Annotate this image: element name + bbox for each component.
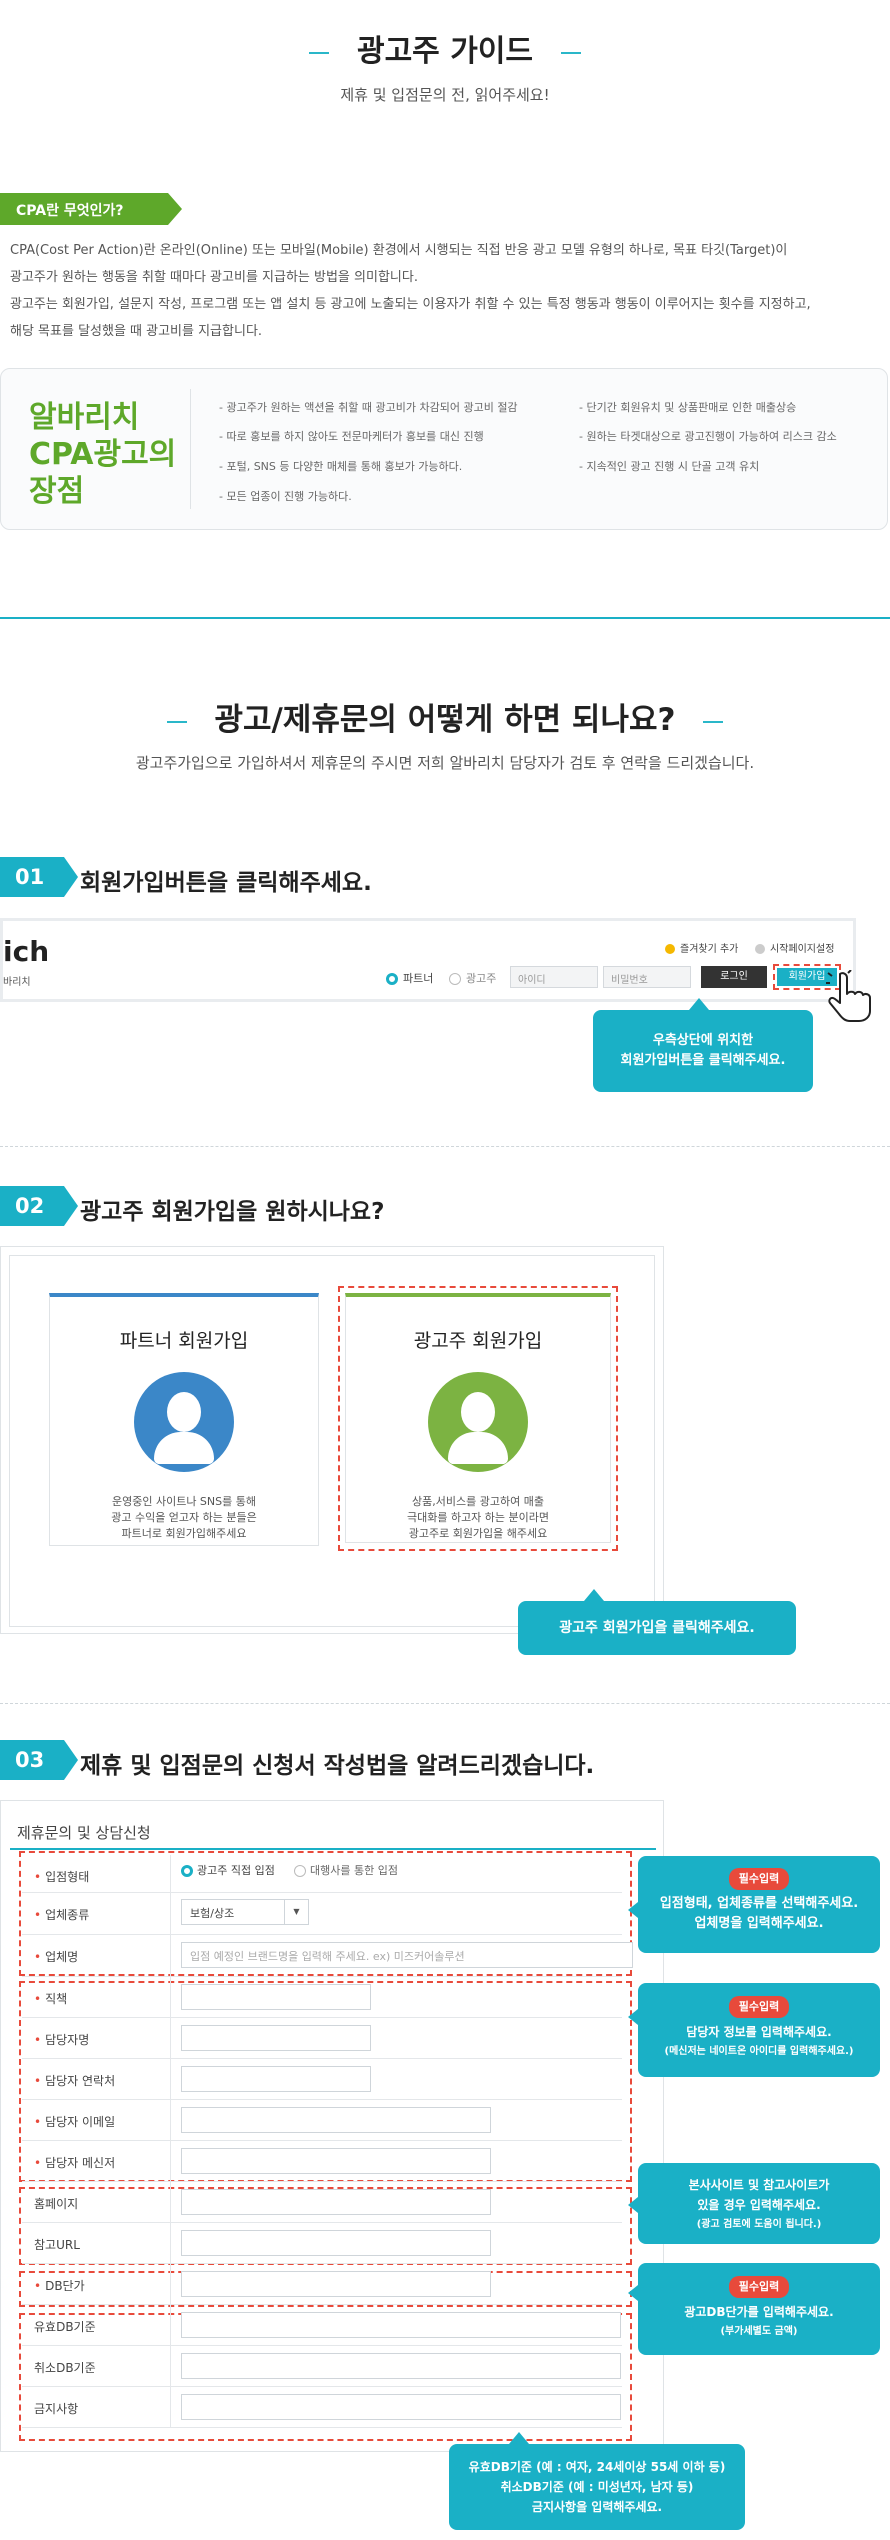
page: 광고주 가이드 제휴 및 입점문의 전, 읽어주세요! CPA란 무엇인가? C…	[0, 0, 890, 2540]
form-label: • 담당자 연락처	[34, 2074, 116, 2088]
form-callout-3: 본사사이트 및 참고사이트가 있을 경우 입력해주세요. (광고 검토에 도움이 됩…	[628, 2163, 880, 2244]
advantage-item: - 광고주가 원하는 액션을 취할 때 광고비가 차감되어 광고비 절감	[219, 401, 518, 414]
step2-callout: 광고주 회원가입을 클릭해주세요.	[518, 1589, 796, 1655]
form-row: • 업체명 입점 예정인 브랜드명을 입력해 주세요. ex) 미즈커어솔루션	[22, 1935, 633, 1977]
advantage-item: - 지속적인 광고 진행 시 단골 고객 유치	[579, 460, 760, 473]
form-label: 금지사항	[34, 2402, 79, 2416]
form-row: • 입점형태	[22, 1855, 622, 1893]
advantages-title: 알바리치 CPA광고의 장점	[29, 400, 177, 509]
step-title: 광고주 회원가입을 원하시나요?	[80, 1199, 385, 1225]
radio-advertiser[interactable]: 광고주	[449, 970, 496, 986]
form-label: 취소DB기준	[34, 2361, 96, 2375]
form-label: 유효DB기준	[34, 2320, 96, 2334]
star-icon	[665, 944, 675, 954]
form-row: 취소DB기준	[22, 2346, 622, 2387]
form-label: • DB단가	[34, 2279, 85, 2293]
user-icon	[134, 1372, 234, 1472]
header-preview: ich 바리치 즐겨찾기 추가 시작페이지설정 파트너 광고주 아이디 비밀번호…	[0, 918, 856, 1002]
form-row: 참고URL	[22, 2223, 622, 2264]
cpa-tag: CPA란 무엇인가?	[0, 193, 182, 225]
form-title: 제휴문의 및 상담신청	[17, 1824, 151, 1842]
text-input[interactable]	[181, 2312, 621, 2338]
form-label: • 담당자 메신저	[34, 2156, 116, 2170]
advantage-item: - 단기간 회원유치 및 상품판매로 인한 매출상승	[579, 401, 797, 414]
howto-title: 광고/제휴문의 어떻게 하면 되나요?	[0, 700, 890, 740]
partner-title: 파트너 회원가입	[119, 1330, 249, 1352]
step-number: 02	[0, 1186, 78, 1226]
form-row: 유효DB기준	[22, 2305, 622, 2346]
form-row: 홈페이지	[22, 2182, 622, 2223]
password-input[interactable]: 비밀번호	[603, 966, 691, 988]
step-title: 회원가입버튼을 클릭해주세요.	[80, 870, 372, 896]
form-row: 금지사항	[22, 2387, 622, 2428]
form-label: • 담당자명	[34, 2033, 90, 2047]
advertiser-desc: 상품,서비스를 광고하여 매출 극대화를 하고자 하는 분이라면 광고주로 회원가입…	[406, 1495, 550, 1540]
advantages-box: 알바리치 CPA광고의 장점 - 광고주가 원하는 액션을 취할 때 광고비가 차감…	[0, 368, 888, 530]
howto-subtitle: 광고주가입으로 가입하셔서 제휴문의 주시면 저희 알바리치 담당자가 검토 후…	[135, 754, 755, 772]
form-label: 참고URL	[34, 2238, 80, 2252]
login-button[interactable]: 로그인	[701, 966, 767, 988]
logo-sub: 바리치	[3, 977, 31, 988]
form-label: • 담당자 이메일	[34, 2115, 116, 2129]
hand-cursor-icon	[826, 970, 871, 1022]
favorite-link[interactable]: 즐겨찾기 추가	[665, 940, 738, 955]
cpa-text-4: 해당 목표를 달성했을 때 광고비를 지급합니다.	[10, 324, 263, 339]
form-label: 홈페이지	[34, 2197, 79, 2211]
form-row: • DB단가	[22, 2264, 622, 2305]
form-callout-4: 필수입력 광고DB단가를 입력해주세요. (부가세별도 금액)	[628, 2263, 880, 2355]
form-label: • 직책	[34, 1992, 68, 2006]
step-number: 01	[0, 857, 78, 897]
text-input[interactable]	[181, 2025, 371, 2051]
text-input[interactable]	[181, 2394, 621, 2420]
text-input[interactable]	[181, 2148, 491, 2174]
homepage-link[interactable]: 시작페이지설정	[755, 940, 834, 955]
partner-card[interactable]: 파트너 회원가입 운영중인 사이트나 SNS를 통해 광고 수익을 얻고자 하는 …	[49, 1293, 319, 1546]
partner-desc: 운영중인 사이트나 SNS를 통해 광고 수익을 얻고자 하는 분들은 파트너로 회…	[111, 1495, 257, 1540]
form-callout-1: 필수입력 입점형태, 업체종류를 선택해주세요. 업체명을 입력해주세요.	[628, 1856, 880, 1953]
radio-partner[interactable]: 파트너	[386, 970, 433, 986]
page-subtitle: 제휴 및 입점문의 전, 읽어주세요!	[340, 86, 550, 104]
form-row: • 업체종류	[22, 1893, 622, 1935]
form-callout-5: 유효DB기준 (예 : 여자, 24세이상 55세 이하 등) 취소DB기준 (예…	[449, 2432, 745, 2530]
advantage-item: - 따로 홍보를 하지 않아도 전문마케터가 홍보를 대신 진행	[219, 430, 484, 443]
advantage-item: - 포털, SNS 등 다양한 매체를 통해 홍보가 가능하다.	[219, 460, 463, 473]
advantage-item: - 원하는 타겟대상으로 광고진행이 가능하여 리스크 감소	[579, 430, 837, 443]
form-label: • 업체명	[34, 1950, 79, 1964]
form-row: • 담당자 연락처	[22, 2059, 622, 2100]
text-input[interactable]	[181, 2230, 491, 2256]
text-input[interactable]: 입점 예정인 브랜드명을 입력해 주세요. ex) 미즈커어솔루션	[181, 1942, 633, 1968]
form-row: • 담당자 메신저	[22, 2141, 622, 2182]
form-label: • 입점형태	[34, 1870, 90, 1884]
text-input[interactable]	[181, 2066, 371, 2092]
form-label: • 업체종류	[34, 1908, 90, 1922]
section-divider	[0, 617, 890, 619]
page-title: 광고주 가이드	[0, 32, 890, 72]
advantage-item: - 모든 업종이 진행 가능하다.	[219, 490, 352, 503]
text-input[interactable]	[181, 2271, 491, 2297]
cpa-text-1: CPA(Cost Per Action)란 온라인(Online) 또는 모바일…	[10, 243, 788, 258]
cpa-text-2: 광고주가 원하는 행동을 취할 때마다 광고비를 지급하는 방법을 의미합니다.	[10, 270, 418, 285]
form-callout-2: 필수입력 담당자 정보를 입력해주세요. (메신저는 네이트온 아이디를 입력해주세…	[628, 1983, 880, 2077]
text-input[interactable]	[181, 2353, 621, 2379]
text-input[interactable]	[181, 2107, 491, 2133]
text-input[interactable]	[181, 1984, 371, 2010]
plus-icon	[755, 944, 765, 954]
user-icon	[428, 1372, 528, 1472]
logo: ich	[3, 935, 50, 968]
text-input[interactable]	[181, 2189, 491, 2215]
advertiser-card[interactable]: 광고주 회원가입 상품,서비스를 광고하여 매출 극대화를 하고자 하는 분이라면…	[345, 1293, 611, 1543]
step-title: 제휴 및 입점문의 신청서 작성법을 알려드리겠습니다.	[80, 1753, 595, 1779]
step-number: 03	[0, 1740, 78, 1780]
form-row: • 담당자 이메일	[22, 2100, 622, 2141]
form-row: • 직책	[22, 1977, 622, 2018]
cpa-text-3: 광고주는 회원가입, 설문지 작성, 프로그램 또는 앱 설치 등 광고에 노출…	[10, 297, 811, 312]
step1-callout: 우측상단에 위치한 회원가입버튼을 클릭해주세요.	[593, 998, 813, 1092]
id-input[interactable]: 아이디	[510, 966, 598, 988]
advertiser-title: 광고주 회원가입	[413, 1330, 543, 1352]
form-row: • 담당자명	[22, 2018, 622, 2059]
